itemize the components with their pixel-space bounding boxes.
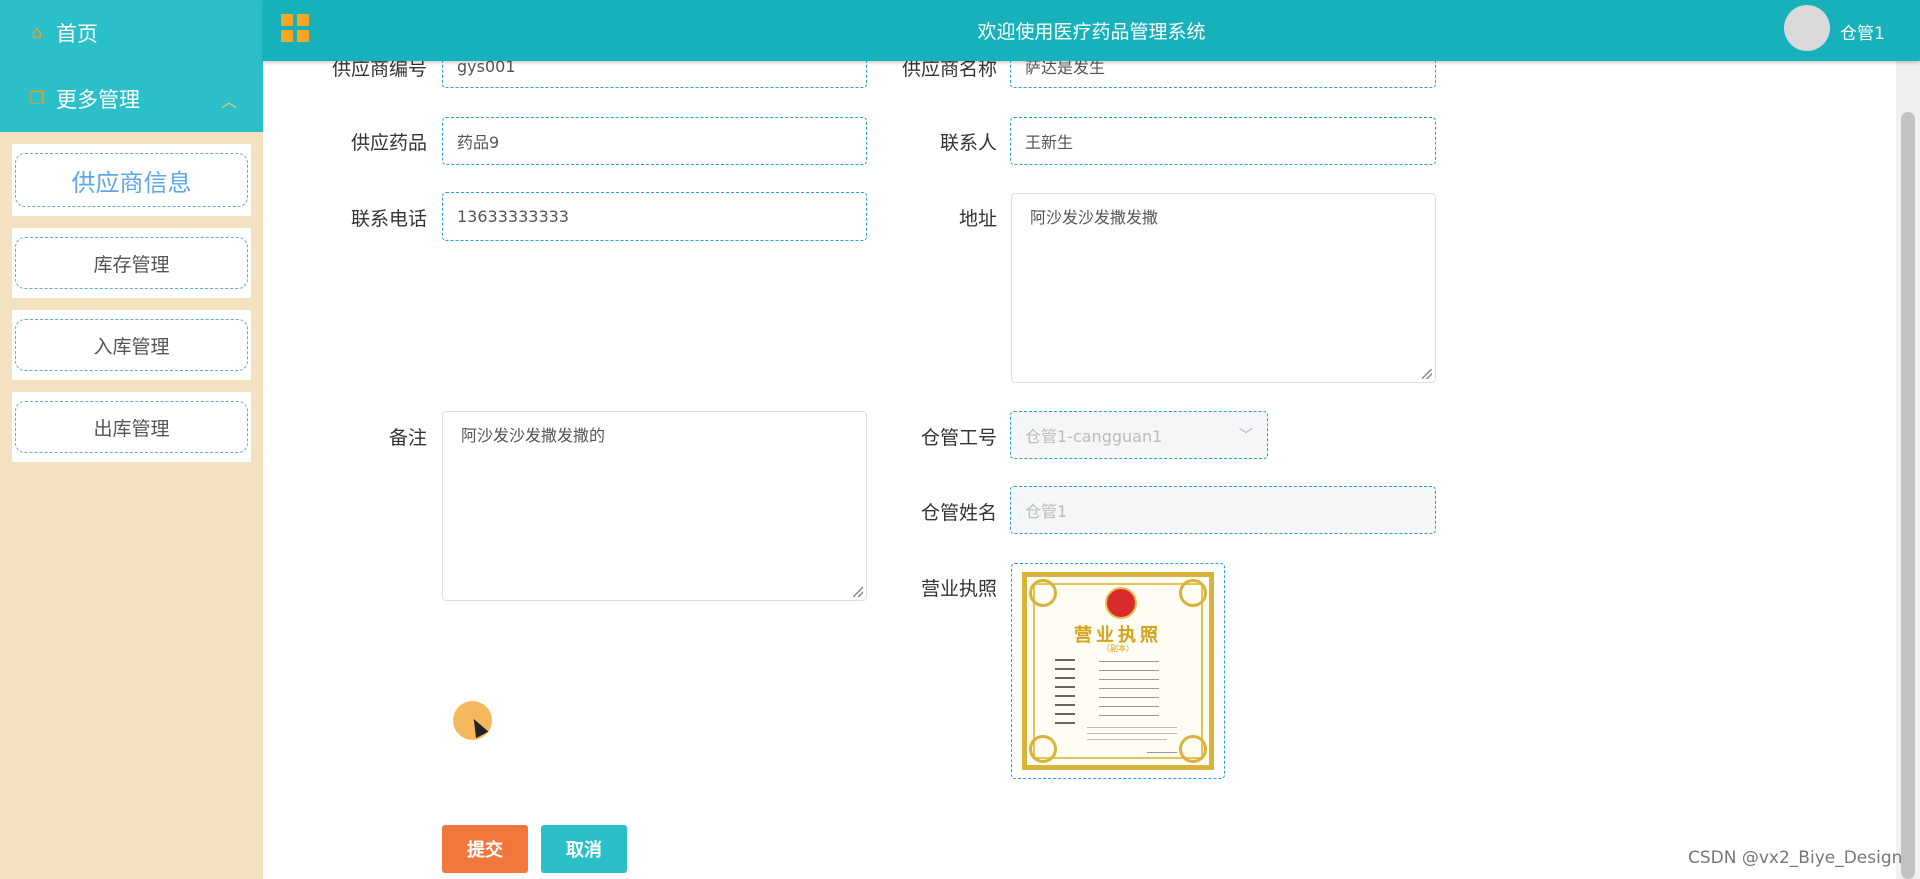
resize-handle-icon[interactable]: [1422, 369, 1432, 379]
watermark: CSDN @vx2_Biye_Design: [1688, 848, 1903, 868]
warehouse-name-label: 仓管姓名: [920, 502, 997, 524]
avatar[interactable]: [1784, 5, 1830, 51]
sidebar-item-inventory[interactable]: 库存管理: [12, 228, 251, 298]
sidebar-item-stock-out[interactable]: 出库管理: [12, 392, 251, 462]
contact-input[interactable]: 王新生: [1010, 117, 1436, 165]
license-doc-subtitle: （副本）: [1102, 644, 1134, 653]
sidebar-item-label: 出库管理: [15, 401, 248, 453]
sidebar-item-label: 供应商信息: [15, 153, 248, 207]
remark-textarea[interactable]: 阿沙发沙发撒发撒的: [442, 411, 867, 601]
sidebar-item-more[interactable]: ❐ 更多管理 ︿: [0, 66, 263, 132]
scrollbar-thumb[interactable]: [1901, 112, 1915, 879]
contact-label: 联系人: [939, 132, 997, 154]
license-label: 营业执照: [920, 578, 997, 600]
sidebar-submenu: 供应商信息 库存管理 入库管理 出库管理: [0, 132, 263, 462]
drug-input[interactable]: 药品9: [442, 117, 867, 165]
phone-input[interactable]: 13633333333: [442, 192, 867, 241]
chevron-up-icon: ︿: [220, 92, 237, 111]
remark-text: 阿沙发沙发撒发撒的: [461, 426, 606, 445]
emblem-icon: [1105, 587, 1137, 619]
warehouse-name-input: 仓管1: [1010, 486, 1436, 534]
drug-label: 供应药品: [350, 132, 427, 154]
warehouse-id-label: 仓管工号: [920, 427, 997, 449]
warehouse-id-value: 仓管1-cangguan1: [1025, 427, 1163, 446]
page-title: 欢迎使用医疗药品管理系统: [977, 21, 1206, 43]
remark-label: 备注: [388, 427, 427, 449]
address-label: 地址: [958, 208, 997, 230]
home-icon: ⌂: [31, 23, 43, 43]
sidebar-top: ⌂ 首页 ❐ 更多管理 ︿: [0, 0, 263, 132]
address-textarea[interactable]: 阿沙发沙发撒发撒: [1011, 193, 1436, 383]
copy-icon: ❐: [29, 89, 45, 109]
phone-label: 联系电话: [350, 208, 427, 230]
address-text: 阿沙发沙发撒发撒: [1030, 208, 1159, 227]
sidebar: ⌂ 首页 ❐ 更多管理 ︿ 供应商信息 库存管理 入库管理 出库管理: [0, 0, 263, 879]
sidebar-home-label: 首页: [56, 22, 98, 46]
sidebar-more-label: 更多管理: [56, 88, 140, 112]
sidebar-item-supplier[interactable]: 供应商信息: [12, 144, 251, 216]
top-header: 欢迎使用医疗药品管理系统 仓管1: [263, 0, 1920, 61]
warehouse-id-select: 仓管1-cangguan1 ﹀: [1010, 411, 1268, 459]
sidebar-item-label: 入库管理: [15, 319, 248, 371]
license-image: 营业执照 （副本）: [1022, 572, 1214, 770]
cancel-button[interactable]: 取消: [541, 825, 627, 873]
chevron-down-icon: ﹀: [1239, 428, 1253, 444]
sidebar-item-label: 库存管理: [15, 237, 248, 289]
license-upload[interactable]: 营业执照 （副本）: [1011, 563, 1225, 779]
user-name[interactable]: 仓管1: [1840, 19, 1885, 44]
sidebar-item-stock-in[interactable]: 入库管理: [12, 310, 251, 380]
submit-button[interactable]: 提交: [442, 825, 528, 873]
sidebar-item-home[interactable]: ⌂ 首页: [0, 0, 263, 66]
